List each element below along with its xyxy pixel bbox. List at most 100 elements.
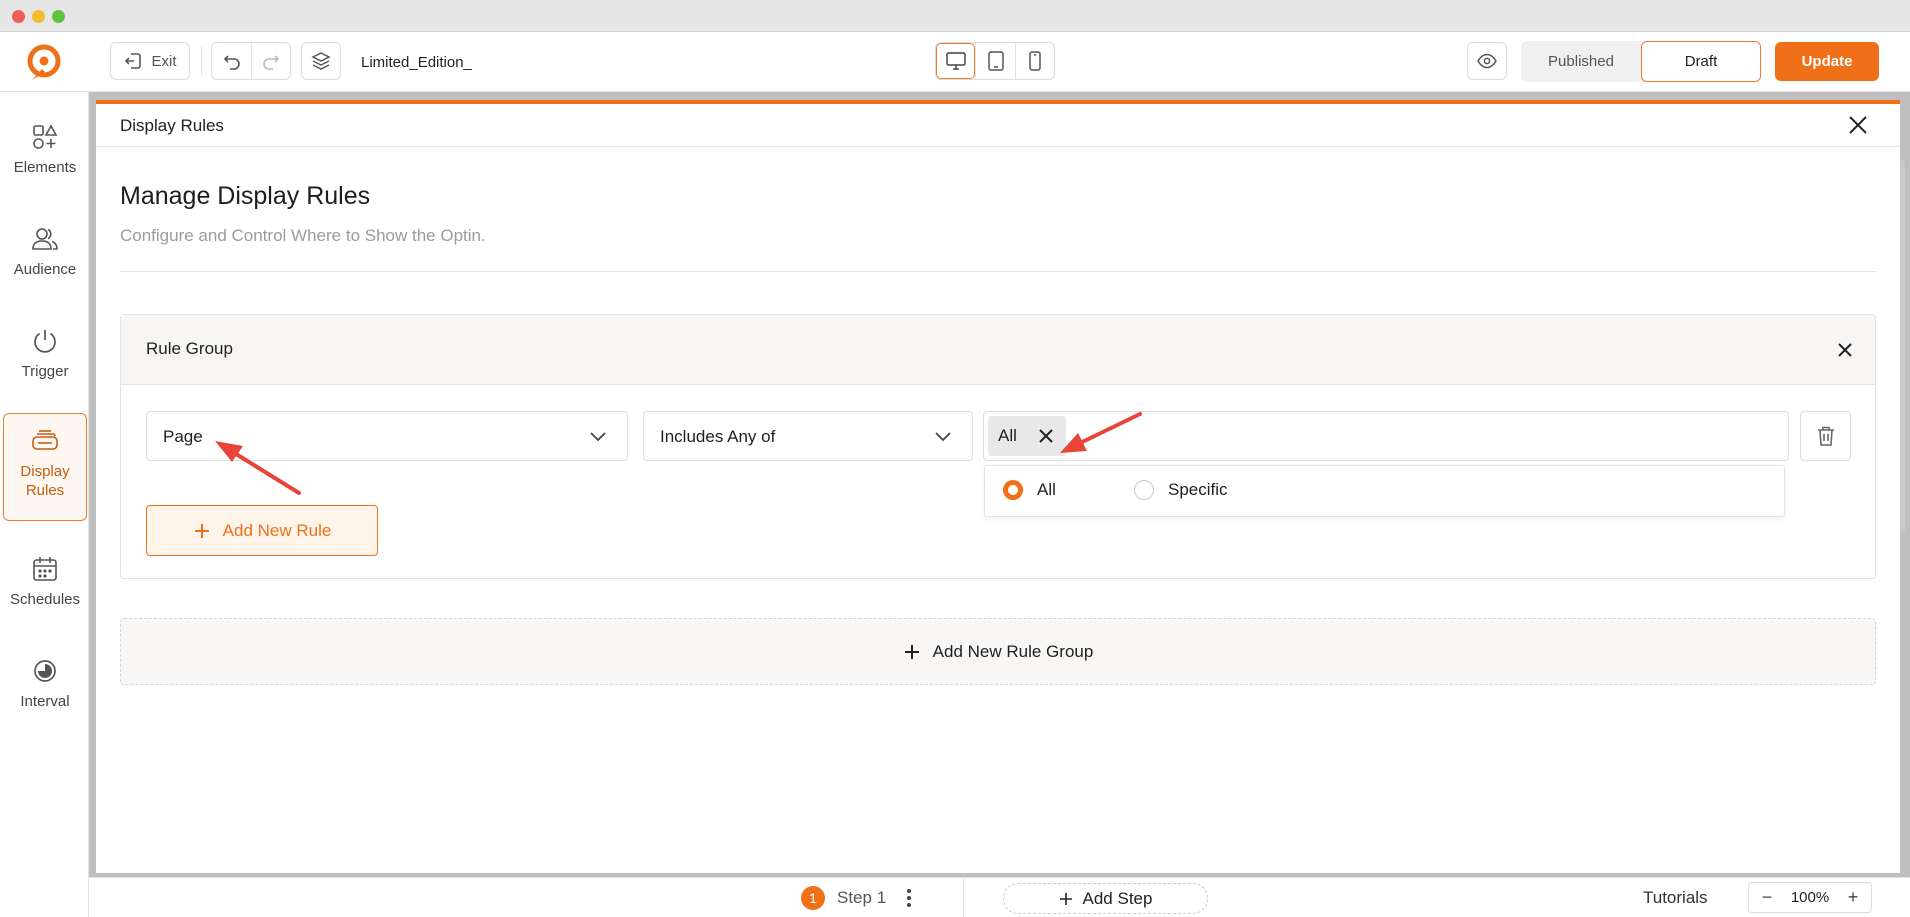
chevron-down-icon (935, 432, 951, 442)
close-icon (1039, 429, 1053, 443)
display-rules-panel: Display Rules Manage Display Rules Confi… (96, 100, 1900, 873)
tablet-view-button[interactable] (975, 43, 1014, 79)
page-subtitle: Configure and Control Where to Show the … (120, 226, 486, 245)
sidebar-item-label: Display Rules (20, 463, 70, 499)
remove-rule-group-button[interactable] (1834, 339, 1856, 361)
layers-button[interactable] (301, 42, 341, 80)
option-specific[interactable]: Specific (1134, 480, 1228, 500)
close-window-button[interactable] (12, 10, 25, 23)
sidebar-item-interval[interactable]: Interval (3, 654, 87, 711)
calendar-icon (31, 552, 59, 586)
plus-icon (904, 644, 919, 659)
mobile-view-button[interactable] (1014, 43, 1054, 79)
page-title: Manage Display Rules (120, 182, 371, 210)
document-title[interactable]: Limited_Edition_ (361, 54, 472, 71)
close-panel-button[interactable] (1845, 112, 1871, 138)
tag-label: All (998, 426, 1017, 445)
rule-group-header: Rule Group (121, 315, 1875, 385)
update-button[interactable]: Update (1775, 42, 1879, 81)
maximize-window-button[interactable] (52, 10, 65, 23)
window-titlebar (0, 0, 1910, 32)
option-label: Specific (1168, 480, 1228, 499)
close-icon (1849, 116, 1867, 134)
plus-icon (1059, 892, 1072, 905)
sidebar-item-schedules[interactable]: Schedules (3, 552, 87, 609)
sidebar-item-label: Trigger (21, 363, 69, 380)
delete-rule-button[interactable] (1800, 411, 1851, 461)
radio-selected-icon (1003, 480, 1023, 500)
layers-icon (311, 52, 331, 70)
desktop-view-button[interactable] (936, 43, 976, 79)
panel-scrollbar[interactable] (1900, 160, 1905, 532)
more-vertical-icon (907, 889, 911, 907)
rule-group: Rule Group Page Includes Any of All All … (120, 314, 1876, 579)
exit-button[interactable]: Exit (110, 42, 190, 80)
left-sidebar: Elements Audience Trigger Display Rules … (0, 92, 89, 917)
tablet-icon (987, 51, 1004, 71)
history-controls (211, 42, 291, 80)
exit-icon (123, 51, 143, 71)
redo-button[interactable] (251, 43, 290, 79)
add-step-button[interactable]: Add Step (1003, 883, 1208, 914)
step-selector[interactable]: Step 1 (837, 888, 886, 908)
published-toggle[interactable]: Published (1521, 41, 1641, 82)
minimize-window-button[interactable] (32, 10, 45, 23)
sidebar-item-label: Audience (13, 261, 77, 278)
sidebar-item-label: Interval (20, 693, 70, 710)
add-group-label: Add New Rule Group (932, 641, 1094, 661)
display-rules-icon (30, 424, 60, 458)
close-icon (1838, 343, 1852, 357)
value-options-dropdown: All Specific (984, 465, 1785, 517)
desktop-icon (945, 52, 966, 70)
trash-icon (1817, 426, 1834, 446)
bottom-divider (963, 878, 964, 917)
device-switcher (935, 42, 1055, 80)
rule-group-title: Rule Group (146, 339, 233, 358)
panel-header: Display Rules (96, 104, 1900, 147)
add-new-rule-button[interactable]: Add New Rule (146, 505, 378, 556)
undo-icon (223, 55, 240, 70)
sidebar-item-label: Elements (13, 159, 77, 176)
top-toolbar: Exit Limited_Edition_ Published Draft Up… (0, 32, 1910, 92)
bottom-bar: 1 Step 1 Add Step Tutorials − 100% + (89, 877, 1910, 917)
zoom-level: 100% (1790, 889, 1830, 906)
option-label: All (1037, 480, 1056, 499)
toolbar-divider (201, 46, 202, 76)
section-divider (120, 271, 1876, 272)
tutorials-link[interactable]: Tutorials (1643, 888, 1708, 908)
add-step-label: Add Step (1082, 888, 1153, 908)
option-all[interactable]: All (1003, 480, 1056, 500)
sidebar-item-elements[interactable]: Elements (3, 120, 87, 177)
step-options-button[interactable] (905, 887, 913, 909)
add-new-rule-group-button[interactable]: Add New Rule Group (120, 618, 1876, 685)
power-icon (31, 324, 59, 358)
elements-icon (31, 120, 59, 154)
zoom-out-button[interactable]: − (1759, 887, 1775, 907)
sidebar-item-label: Schedules (9, 591, 81, 608)
publish-status-toggle: Published Draft (1521, 41, 1761, 82)
selected-value-tag: All (988, 416, 1066, 456)
preview-button[interactable] (1467, 42, 1507, 80)
rule-values-multiselect[interactable]: All (983, 411, 1789, 461)
redo-icon (263, 55, 280, 70)
sidebar-item-display-rules[interactable]: Display Rules (3, 413, 87, 521)
step-number-badge: 1 (801, 886, 825, 910)
rule-type-select[interactable]: Page (146, 411, 628, 461)
sidebar-item-trigger[interactable]: Trigger (3, 324, 87, 381)
remove-tag-button[interactable] (1036, 426, 1056, 446)
app-logo-icon[interactable] (22, 42, 66, 84)
interval-icon (31, 654, 59, 688)
zoom-control: − 100% + (1748, 882, 1872, 913)
undo-button[interactable] (212, 43, 251, 79)
eye-icon (1477, 53, 1497, 69)
rule-condition-select[interactable]: Includes Any of (643, 411, 973, 461)
radio-unselected-icon (1134, 480, 1154, 500)
zoom-in-button[interactable]: + (1845, 887, 1861, 907)
rule-type-value: Page (163, 427, 203, 446)
audience-icon (31, 222, 59, 256)
plus-icon (194, 523, 209, 538)
draft-toggle[interactable]: Draft (1641, 41, 1761, 82)
mobile-icon (1029, 51, 1041, 71)
sidebar-item-audience[interactable]: Audience (3, 222, 87, 279)
rule-condition-value: Includes Any of (660, 427, 776, 446)
